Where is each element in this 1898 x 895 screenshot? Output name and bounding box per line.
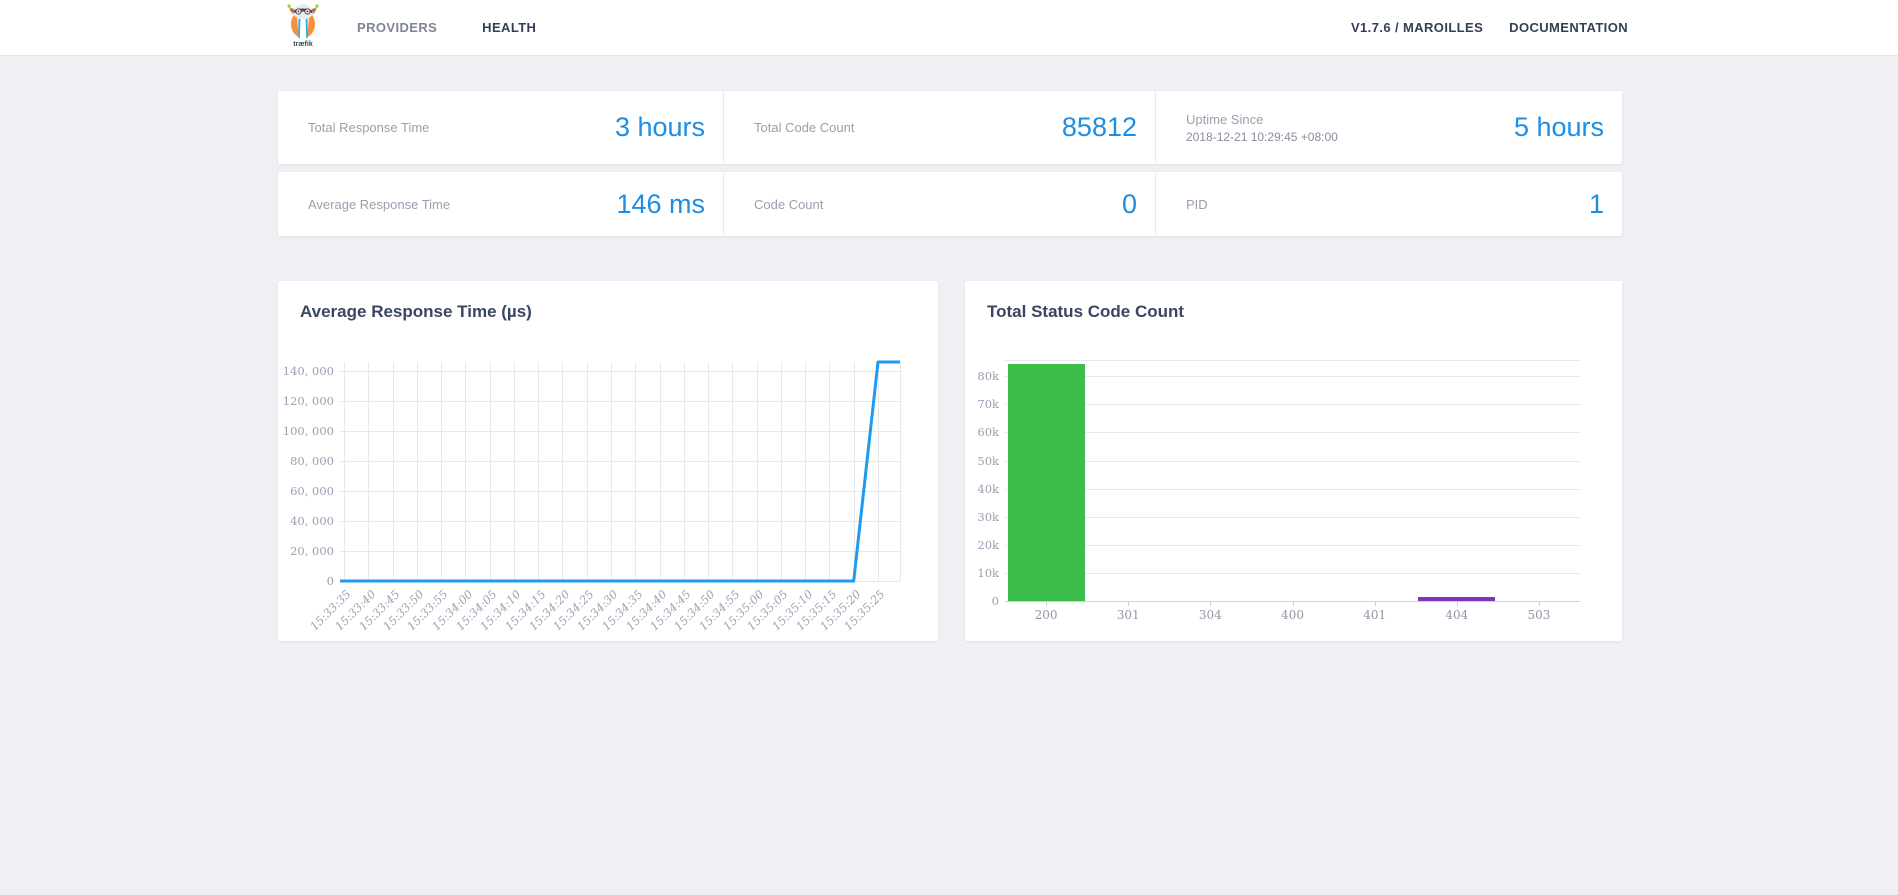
x-tick-label: 200 (1034, 608, 1058, 622)
grid-line-h (1005, 488, 1580, 490)
x-axis-tick (1456, 601, 1458, 606)
x-axis-tick (1210, 601, 1212, 606)
x-tick-label: 301 (1116, 608, 1140, 622)
stat-value: 5 hours (1513, 112, 1604, 142)
stat-average-response-time: Average Response Time 146 ms (278, 172, 723, 236)
response-time-line-chart: 0 20, 000 40, 000 60, 000 80, 000 100, 000 120… (278, 281, 938, 641)
x-axis-tick (1538, 601, 1540, 606)
x-axis-tick (1046, 601, 1048, 606)
stat-value: 3 hours (614, 112, 705, 142)
status-code-bar-chart: 0 10k 20k 30k 40k 50k 60k 70k 80k 200 301 304 400 401… (965, 281, 1622, 641)
x-tick-label: 400 (1281, 608, 1304, 622)
y-tick-label: 60k (977, 425, 999, 440)
bar-404 (1418, 596, 1496, 601)
stats-card-row1: Total Response Time 3 hours Total Code C… (278, 91, 1622, 164)
stat-value: 85812 (1061, 112, 1137, 142)
x-tick-label: 503 (1527, 608, 1551, 622)
stat-label: Total Code Count (754, 120, 855, 135)
stats-card-row2: Average Response Time 146 ms Code Count … (278, 172, 1622, 236)
y-tick-label: 0 (991, 594, 999, 608)
stat-value: 146 ms (616, 188, 705, 219)
nav-item-health[interactable]: HEALTH (482, 20, 536, 35)
y-tick-label: 50k (977, 453, 999, 468)
traefik-logo-text: træfik (293, 41, 313, 48)
top-nav-bar: træfik PROVIDERS HEALTH V1.7.6 / MAROILL… (0, 0, 1898, 56)
stat-value: 1 (1588, 188, 1604, 219)
x-tick-label: 401 (1363, 608, 1387, 622)
uptime-label-group: Uptime Since 2018-12-21 10:29:45 +08:00 (1186, 112, 1338, 144)
nav-item-documentation[interactable]: DOCUMENTATION (1509, 20, 1628, 35)
nav-version-link[interactable]: V1.7.6 / MAROILLES (1351, 20, 1483, 35)
stat-label: Code Count (754, 196, 824, 212)
x-tick-label: 304 (1198, 608, 1222, 622)
y-tick-label: 20k (977, 537, 999, 552)
grid-line-h (1005, 572, 1580, 574)
nav-item-providers[interactable]: PROVIDERS (357, 20, 437, 35)
x-axis-tick (1374, 601, 1376, 606)
response-time-line (340, 360, 900, 583)
grid-line-h (1005, 404, 1580, 406)
uptime-datetime: 2018-12-21 10:29:45 +08:00 (1186, 129, 1338, 144)
traefik-logo-icon: træfik (283, 4, 323, 54)
stat-uptime-since: Uptime Since 2018-12-21 10:29:45 +08:00 … (1155, 91, 1622, 164)
y-tick-label: 10k (977, 565, 999, 580)
stat-value: 0 (1121, 188, 1137, 219)
chart-card-response-time: Average Response Time (µs) 0 20, 000 40, 0… (278, 281, 938, 641)
traefik-gopher-icon (287, 4, 319, 38)
stat-total-response-time: Total Response Time 3 hours (278, 91, 723, 164)
stat-total-code-count: Total Code Count 85812 (723, 91, 1155, 164)
y-tick-label: 80k (977, 369, 999, 384)
grid-line-h (1005, 432, 1580, 434)
x-axis-tick (1292, 601, 1294, 606)
x-tick-label: 404 (1445, 608, 1469, 622)
stat-label: Average Response Time (308, 196, 451, 212)
y-tick-label: 40k (977, 481, 999, 496)
stat-label: Uptime Since (1186, 111, 1264, 127)
x-axis-tick (1128, 601, 1130, 606)
health-dashboard-page: træfik PROVIDERS HEALTH V1.7.6 / MAROILL… (0, 0, 1898, 895)
stat-label: Total Response Time (308, 120, 430, 135)
grid-line-h (1005, 544, 1580, 546)
y-tick-label: 70k (977, 397, 999, 412)
grid-line-h (1005, 360, 1580, 361)
stat-code-count: Code Count 0 (723, 172, 1155, 236)
bar-200 (1007, 364, 1085, 601)
stat-label: PID (1186, 196, 1208, 212)
grid-line-h (1005, 516, 1580, 518)
grid-line-h (1005, 376, 1580, 378)
stat-pid: PID 1 (1155, 172, 1622, 236)
y-tick-label: 30k (977, 509, 999, 524)
chart-card-status-codes: Total Status Code Count 0 10k 20k 30k 40k 50k… (965, 281, 1622, 641)
grid-line-h (1005, 460, 1580, 462)
